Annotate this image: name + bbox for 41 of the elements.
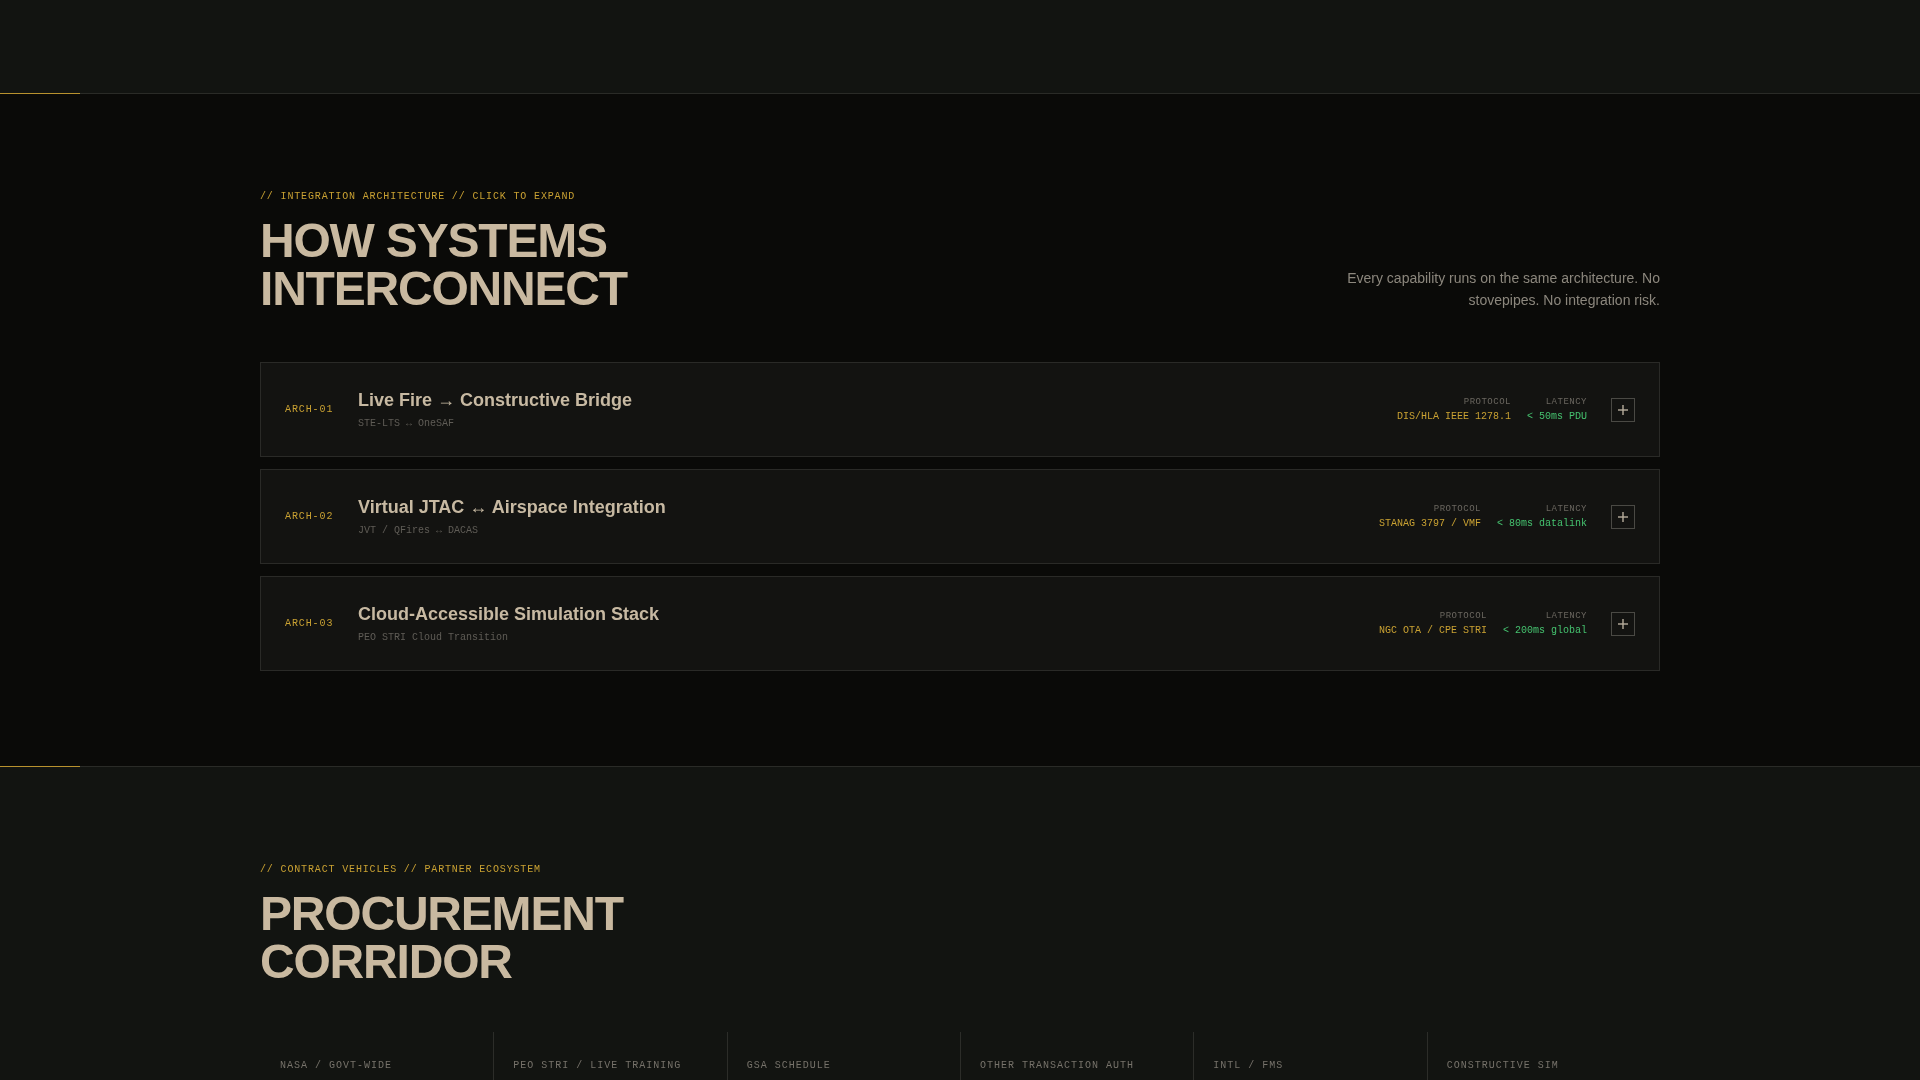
latency-value: < 200ms global <box>1503 623 1587 638</box>
protocol-value: NGC OTA / CPE STRI <box>1378 623 1487 638</box>
card-subtitle: PEO STRI Cloud Transition <box>358 630 509 645</box>
plus-icon <box>1618 618 1628 629</box>
section-eyebrow: // CONTRACT VEHICLES // PARTNER ECOSYSTEM <box>260 863 541 877</box>
section-title: PROCUREMENT CORRIDOR <box>260 890 625 986</box>
card-subtitle: JVT / QFires ↔ DACAS <box>358 523 479 538</box>
plus-icon <box>1618 511 1628 522</box>
latency-label: LATENCY <box>1545 502 1587 515</box>
protocol-label: PROTOCOL <box>1439 609 1487 622</box>
card-id: ARCH-02 <box>285 509 334 524</box>
architecture-card[interactable]: ARCH-01 Live Fire → Constructive Bridge STE-LTS ↔ OneSAF PROTOCOL DIS/HLA IEEE 1278.1 LATENCY < 50ms PDU <box>260 362 1660 457</box>
latency-value: < 50ms PDU <box>1527 409 1587 424</box>
protocol-label: PROTOCOL <box>1463 395 1511 408</box>
architecture-card[interactable]: ARCH-03 Cloud-Accessible Simulation Stack PEO STRI Cloud Transition PROTOCOL NGC OTA / CPE STRI LATENCY < 200ms global <box>260 576 1660 671</box>
latency-value: < 80ms datalink <box>1497 516 1587 531</box>
card-subtitle: STE-LTS ↔ OneSAF <box>358 416 454 431</box>
contract-vehicle-label: CONSTRUCTIVE SIM <box>1446 1060 1559 1071</box>
contract-vehicle-label: GSA SCHEDULE <box>746 1060 831 1071</box>
section-title: HOW SYSTEMS INTERCONNECT <box>260 217 629 313</box>
contract-vehicle-label: OTHER TRANSACTION AUTH <box>980 1060 1134 1071</box>
expand-button[interactable] <box>1611 504 1635 529</box>
card-id: ARCH-03 <box>285 616 334 631</box>
expand-button[interactable] <box>1611 397 1635 422</box>
protocol-value: DIS/HLA IEEE 1278.1 <box>1396 409 1511 424</box>
architecture-card[interactable]: ARCH-02 Virtual JTAC ↔ Airspace Integration JVT / QFires ↔ DACAS PROTOCOL STANAG 3797 / VMF LATENCY < 80ms datalink <box>260 469 1660 564</box>
card-title: Virtual JTAC ↔ Airspace Integration <box>358 495 666 518</box>
contract-vehicle-label: INTL / FMS <box>1213 1060 1284 1071</box>
plus-icon <box>1618 404 1628 415</box>
contract-vehicle-label: PEO STRI / LIVE TRAINING <box>513 1060 682 1071</box>
card-id: ARCH-01 <box>285 402 334 417</box>
latency-label: LATENCY <box>1545 609 1587 622</box>
section-description: Every capability runs on the same architecture. No stovepipes. No integration risk. <box>1346 269 1660 310</box>
protocol-value: STANAG 3797 / VMF <box>1378 516 1481 531</box>
card-title: Cloud-Accessible Simulation Stack <box>358 602 660 625</box>
card-title: Live Fire → Constructive Bridge <box>358 388 633 411</box>
protocol-label: PROTOCOL <box>1433 502 1481 515</box>
section-eyebrow: // INTEGRATION ARCHITECTURE // CLICK TO EXPAND <box>260 190 576 204</box>
latency-label: LATENCY <box>1545 395 1587 408</box>
contract-vehicle-label: NASA / GOVT-WIDE <box>280 1060 392 1071</box>
expand-button[interactable] <box>1611 611 1635 636</box>
